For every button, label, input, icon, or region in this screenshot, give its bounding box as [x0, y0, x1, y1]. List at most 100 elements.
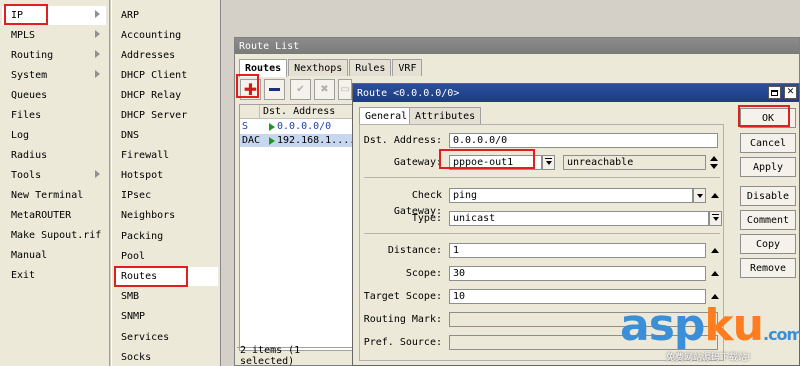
plus-icon: ✚ — [243, 79, 258, 99]
copy-button[interactable]: Copy — [740, 234, 796, 254]
menu-item-routing[interactable]: Routing — [2, 46, 106, 65]
submenu-arrow-icon — [95, 10, 100, 18]
maximize-button[interactable] — [768, 86, 781, 99]
distance-label: Distance: — [387, 245, 442, 256]
table-row[interactable]: DAC 192.168.1.... — [240, 134, 356, 147]
menu-item-ip[interactable]: IP — [2, 6, 106, 25]
disable-button[interactable]: ✖ — [314, 79, 335, 100]
menu-item-exit[interactable]: Exit — [2, 266, 106, 285]
menu-item-label: Exit — [11, 270, 36, 281]
scope-input[interactable]: 30 — [449, 266, 706, 281]
submenu-item-services[interactable]: Services — [114, 328, 218, 347]
remove-button[interactable] — [264, 79, 285, 100]
enable-button[interactable]: ✔ — [290, 79, 311, 100]
menu-item-label: Routing — [11, 50, 54, 61]
dst-address-input[interactable]: 0.0.0.0/0 — [449, 133, 718, 148]
check-gateway-select[interactable]: ping — [449, 188, 693, 203]
bar-icon — [712, 214, 719, 215]
menu-item-queues[interactable]: Queues — [2, 86, 106, 105]
row-flag: S — [242, 121, 249, 132]
collapse-arrow-icon[interactable] — [711, 294, 719, 299]
submenu-item-packing[interactable]: Packing — [114, 227, 218, 246]
gateway-label: Gateway: — [393, 157, 442, 168]
type-label: Type: — [411, 213, 442, 224]
submenu-item-accounting[interactable]: Accounting — [114, 26, 218, 45]
submenu-item-routes[interactable]: Routes — [114, 267, 218, 286]
menu-item-make-supout[interactable]: Make Supout.rif — [2, 226, 106, 245]
bar-icon — [545, 158, 552, 159]
submenu-item-snmp[interactable]: SNMP — [114, 307, 218, 326]
pref-source-label: Pref. Source: — [363, 337, 442, 348]
apply-button[interactable]: Apply — [740, 157, 796, 177]
cancel-button[interactable]: Cancel — [740, 133, 796, 153]
menu-item-mpls[interactable]: MPLS — [2, 26, 106, 45]
menu-item-label: Files — [11, 110, 42, 121]
table-row[interactable]: S 0.0.0.0/0 — [240, 120, 354, 133]
menu-item-log[interactable]: Log — [2, 126, 106, 145]
dropdown-arrow-icon — [712, 216, 719, 221]
maximize-icon — [771, 89, 778, 96]
gateway-status: unreachable — [563, 155, 706, 170]
gateway-input[interactable]: pppoe-out1 — [449, 155, 542, 170]
submenu-item-arp[interactable]: ARP — [114, 6, 218, 25]
disable-button[interactable]: Disable — [740, 186, 796, 206]
remove-button[interactable]: Remove — [740, 258, 796, 278]
submenu-item-pool[interactable]: Pool — [114, 247, 218, 266]
tab-routes[interactable]: Routes — [239, 59, 288, 77]
collapse-arrow-icon[interactable] — [711, 271, 719, 276]
ok-button[interactable]: OK — [740, 108, 796, 128]
menu-item-system[interactable]: System — [2, 66, 106, 85]
submenu-arrow-icon — [95, 50, 100, 58]
submenu-arrow-icon — [95, 70, 100, 78]
close-button[interactable]: ✕ — [784, 86, 797, 99]
cross-icon: ✖ — [320, 84, 329, 95]
tab-nexthops[interactable]: Nexthops — [288, 59, 349, 76]
tab-attributes[interactable]: Attributes — [409, 107, 482, 124]
comment-button[interactable]: Comment — [740, 210, 796, 230]
dialog-titlebar[interactable]: Route <0.0.0.0/0> — [353, 84, 799, 102]
submenu-item-dhcp-server[interactable]: DHCP Server — [114, 106, 218, 125]
comment-button[interactable]: ▭ — [338, 79, 352, 100]
submenu-item-smb[interactable]: SMB — [114, 287, 218, 306]
route-list-titlebar[interactable]: Route List — [235, 38, 799, 54]
type-dropdown-button[interactable] — [709, 211, 722, 226]
menu-item-tools[interactable]: Tools — [2, 166, 106, 185]
dropdown-arrow-icon — [696, 193, 703, 198]
dialog-title: Route <0.0.0.0/0> — [357, 87, 460, 99]
tab-vrf[interactable]: VRF — [392, 59, 423, 76]
submenu-item-addresses[interactable]: Addresses — [114, 46, 218, 65]
submenu-item-hotspot[interactable]: Hotspot — [114, 166, 218, 185]
distance-input[interactable]: 1 — [449, 243, 706, 258]
gateway-updown-icon[interactable] — [710, 155, 719, 170]
menu-item-new-terminal[interactable]: New Terminal — [2, 186, 106, 205]
menu-item-manual[interactable]: Manual — [2, 246, 106, 265]
menu-item-radius[interactable]: Radius — [2, 146, 106, 165]
column-header-flag[interactable] — [240, 105, 260, 119]
menu-item-label: MetaROUTER — [11, 210, 72, 221]
submenu-item-neighbors[interactable]: Neighbors — [114, 206, 218, 225]
submenu-item-dhcp-client[interactable]: DHCP Client — [114, 66, 218, 85]
tab-rules[interactable]: Rules — [349, 59, 392, 76]
collapse-arrow-icon[interactable] — [711, 248, 719, 253]
check-gateway-dropdown-button[interactable] — [693, 188, 706, 203]
check-gateway-label: Check Gateway: — [393, 190, 442, 217]
menu-item-metarouter[interactable]: MetaROUTER — [2, 206, 106, 225]
submenu-item-dns[interactable]: DNS — [114, 126, 218, 145]
add-button[interactable]: ✚ — [240, 79, 261, 100]
dropdown-arrow-icon — [545, 160, 552, 165]
dst-text: 192.168.1.... — [277, 135, 356, 146]
type-select[interactable]: unicast — [449, 211, 709, 226]
gateway-dropdown-button[interactable] — [542, 155, 555, 170]
menu-item-files[interactable]: Files — [2, 106, 106, 125]
menu-item-label: Radius — [11, 150, 48, 161]
submenu-item-socks[interactable]: Socks — [114, 348, 218, 366]
submenu-item-ipsec[interactable]: IPsec — [114, 186, 218, 205]
collapse-arrow-icon[interactable] — [711, 193, 719, 198]
menu-item-label: Log — [11, 130, 30, 141]
tab-general[interactable]: General — [359, 107, 414, 124]
submenu-item-dhcp-relay[interactable]: DHCP Relay — [114, 86, 218, 105]
active-route-icon — [269, 136, 275, 145]
check-icon: ✔ — [296, 84, 305, 95]
submenu-item-firewall[interactable]: Firewall — [114, 146, 218, 165]
column-header-dst-address[interactable]: Dst. Address — [260, 105, 354, 119]
